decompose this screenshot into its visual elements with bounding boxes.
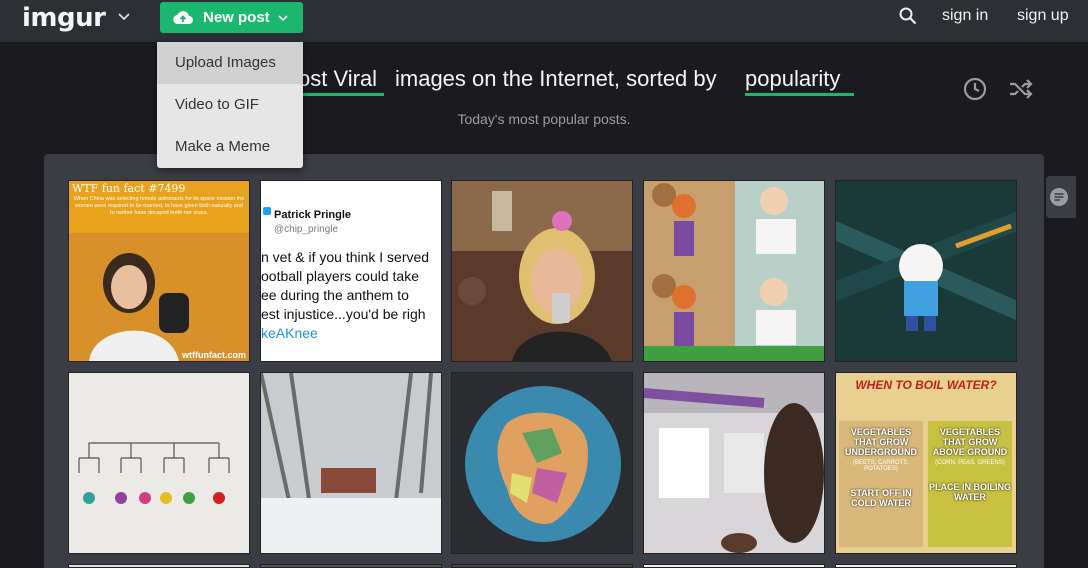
infographic-left-head: VEGETABLES THAT GROW UNDERGROUND [845,427,917,457]
headline-text: images on the Internet, sorted by [395,66,717,91]
infographic-left-panel: VEGETABLES THAT GROW UNDERGROUND (BEETS,… [839,421,923,547]
imgur-logo[interactable]: imgur [22,3,106,33]
new-post-label: New post [203,9,270,26]
menu-item-video-to-gif[interactable]: Video to GIF [157,84,303,126]
infographic-right-panel: VEGETABLES THAT GROW ABOVE GROUND (CORN,… [928,421,1012,547]
clock-icon[interactable] [963,77,987,101]
chevron-down-icon [278,15,288,22]
gallery-thumb[interactable] [835,564,1017,568]
thumb-caption: WTF fun fact #7499 [72,182,186,195]
twitter-icon [263,207,271,215]
cartoon-adventure [836,181,1016,361]
cartoon-comic [644,181,824,361]
infographic-right-sub: (CORN, PEAS, GREENS) [935,460,1005,466]
headline-underline [298,93,384,96]
pangaea-map [465,386,621,542]
headline-underline [745,93,854,96]
sign-up-link[interactable]: sign up [1017,7,1069,25]
gallery-thumb[interactable] [835,180,1017,362]
sign-in-link[interactable]: sign in [942,7,988,25]
infographic-right-action: PLACE IN BOILING WATER [928,482,1011,502]
gallery-thumb[interactable] [643,180,825,362]
headline-sort[interactable]: popularity [745,66,840,92]
tweet-line: est injustice...you'd be righ [261,306,426,322]
infographic-left-action: START OFF IN COLD WATER [850,488,912,508]
infographic-right-head: VEGETABLES THAT GROW ABOVE GROUND [932,427,1008,457]
gallery-thumb[interactable] [451,372,633,554]
photo-bracket [69,373,249,553]
gallery-thumb[interactable] [260,564,442,568]
tweet-line: ee during the anthem to [261,287,409,303]
photo-snow [261,373,441,553]
gallery-thumb[interactable]: Patrick Pringle @chip_pringle n vet & if… [260,180,442,362]
menu-item-make-a-meme[interactable]: Make a Meme [157,126,303,168]
tweet-author: Patrick Pringle [274,209,352,221]
comment-icon [1050,188,1068,206]
photo-subway [644,373,824,553]
tweet-hashtag: keAKnee [261,325,318,341]
tweet-line: ootball players could take [261,268,419,284]
menu-item-upload-images[interactable]: Upload Images [157,42,303,84]
tweet-handle: @chip_pringle [274,224,339,235]
infographic-title: WHEN TO BOIL WATER? [855,378,997,392]
gallery-thumb[interactable] [68,372,250,554]
shuffle-icon[interactable] [1008,78,1034,100]
new-post-button[interactable]: New post [160,2,303,33]
gallery-thumb[interactable] [643,372,825,554]
gallery-thumb[interactable] [451,564,633,568]
gallery-thumb[interactable]: WHEN TO BOIL WATER? VEGETABLES THAT GROW… [835,372,1017,554]
thumb-footer: wtffunfact.com [182,350,246,360]
gallery-thumb[interactable] [260,372,442,554]
cloud-upload-icon [173,11,193,25]
gallery-thumb[interactable] [643,564,825,568]
new-post-dropdown: Upload Images Video to GIF Make a Meme [157,42,303,168]
tweet-line: n vet & if you think I served [261,249,430,265]
photo-woman-drinking [452,181,632,361]
gallery-thumb[interactable] [68,564,250,568]
infographic-left-sub: (BEETS, CARROTS, POTATOES) [852,460,909,472]
chevron-down-icon[interactable] [117,10,131,24]
astronaut-photo [69,233,249,361]
gallery-thumb[interactable]: WTF fun fact #7499 When China was select… [68,180,250,362]
top-bar: imgur New post sign in sign up [0,0,1088,42]
comments-toggle-button[interactable] [1046,176,1076,218]
gallery-thumb[interactable] [451,180,633,362]
search-icon[interactable] [899,7,917,25]
thumb-text: When China was selecting female astronau… [73,196,245,216]
headline-section-type[interactable]: ost Viral [298,66,377,92]
